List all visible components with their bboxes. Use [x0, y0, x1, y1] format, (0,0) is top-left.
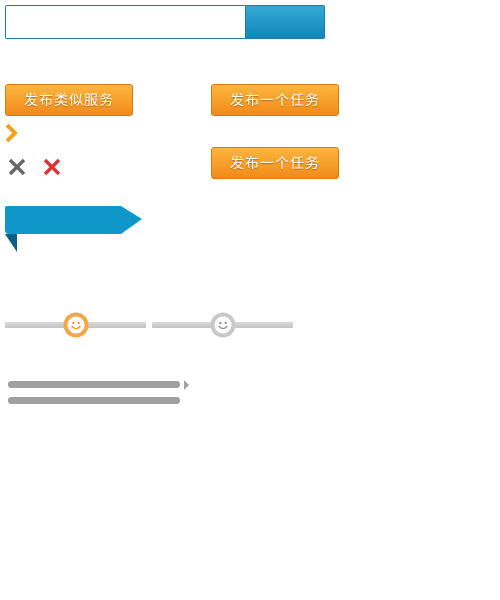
smiley-face-icon[interactable]: [210, 312, 236, 338]
publish-task-label: 发布一个任务: [230, 156, 320, 172]
publish-task-button[interactable]: 发布一个任务: [211, 84, 339, 116]
publish-similar-service-button[interactable]: 发布类似服务: [5, 84, 133, 116]
search-button[interactable]: [245, 6, 324, 38]
publish-task-button-hover[interactable]: 发布一个任务: [211, 147, 339, 179]
search-input[interactable]: [6, 6, 244, 38]
ribbon-banner: [5, 206, 142, 252]
smiley-face-icon[interactable]: [63, 312, 89, 338]
search-bar: [5, 5, 325, 39]
close-icon[interactable]: [43, 158, 61, 176]
chevron-right-icon[interactable]: [4, 123, 20, 143]
publish-task-label: 发布一个任务: [230, 93, 320, 109]
gray-bar-group: [8, 380, 189, 404]
publish-similar-service-label: 发布类似服务: [24, 93, 114, 109]
close-icon[interactable]: [8, 158, 26, 176]
canvas: 发布类似服务 发布一个任务 发布一个任务: [0, 0, 500, 600]
